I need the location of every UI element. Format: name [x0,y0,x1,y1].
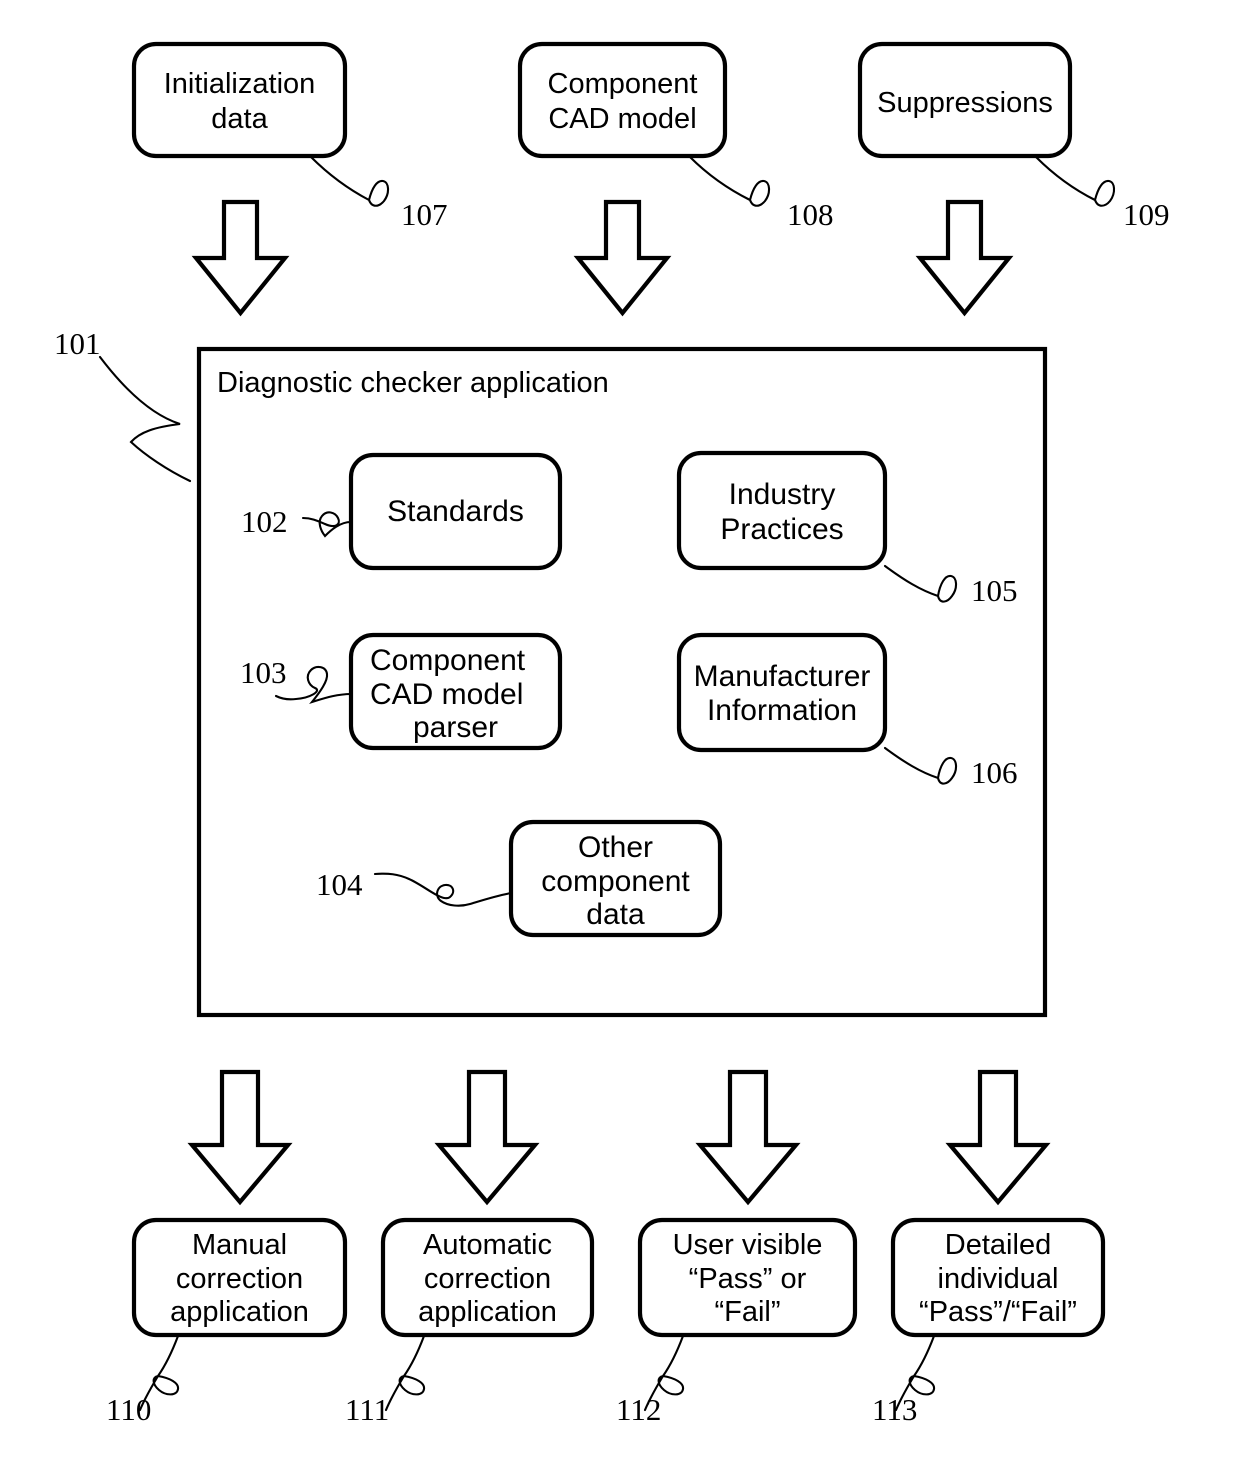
diagram-canvas: Initialization data 107 Component CAD mo… [54,41,1170,1427]
module-box-label-line2: Information [707,694,857,727]
reference-number-111: 111 [345,1392,389,1427]
module-box-label-line1: Component [370,644,526,677]
arrow-down-to-output-4 [945,1069,1051,1206]
reference-number-102: 102 [241,504,288,539]
reference-number-108: 108 [787,197,834,232]
reference-number-105: 105 [971,573,1018,608]
output-box-user-visible-result: User visible “Pass” or “Fail” [637,1217,858,1338]
output-box-label-line2: “Pass” or [689,1263,807,1295]
output-box-label-line2: correction [424,1263,551,1295]
reference-number-103: 103 [240,655,287,690]
container-title: Diagnostic checker application [217,367,609,399]
output-box-detailed-individual-result: Detailed individual “Pass”/“Fail” [890,1217,1106,1338]
output-box-manual-correction: Manual correction application [131,1217,348,1338]
input-box-component-cad-model: Component CAD model [517,41,728,159]
arrow-down-to-application-2 [573,199,672,317]
leader-line-107 [309,155,390,207]
output-box-label-line1: Automatic [423,1229,552,1261]
output-box-label-line2: individual [938,1263,1059,1295]
arrow-down-to-application-1 [191,199,290,317]
output-box-label-line1: Manual [192,1229,287,1261]
module-box-label-line1: Industry [729,478,836,511]
input-box-suppressions: Suppressions [857,41,1073,159]
module-box-label-line2: CAD model [370,678,523,711]
leader-line-109 [1034,155,1116,207]
arrow-down-to-output-1 [187,1069,293,1206]
input-box-label-line1: Initialization [164,68,316,100]
reference-number-113: 113 [872,1392,917,1427]
module-box-industry-practices: Industry Practices [676,450,888,571]
output-box-automatic-correction: Automatic correction application [380,1217,595,1338]
leader-line-101 [98,355,192,483]
input-box-label-line1: Component [548,68,698,100]
module-box-standards: Standards [348,452,563,571]
module-box-label-line2: Practices [720,513,843,546]
reference-number-107: 107 [401,197,448,232]
arrow-down-to-output-2 [434,1069,540,1206]
module-box-label-line1: Standards [387,495,524,528]
reference-number-106: 106 [971,755,1018,790]
input-box-label-line2: data [211,103,268,135]
leader-line-108 [688,155,771,207]
module-box-label-line1: Other [578,831,653,864]
output-box-label-line3: “Fail” [714,1296,780,1328]
input-box-initialization-data: Initialization data [131,41,348,159]
module-box-label-line3: data [586,898,645,931]
module-box-label-line3: parser [413,711,498,744]
reference-number-101: 101 [54,326,101,361]
patent-figure: Initialization data 107 Component CAD mo… [0,0,1240,1477]
input-box-label-line1: Suppressions [877,87,1053,119]
output-box-label-line1: Detailed [945,1229,1051,1261]
reference-number-112: 112 [616,1392,661,1427]
output-box-label-line3: “Pass”/“Fail” [919,1296,1077,1328]
leader-line-111 [384,1334,426,1412]
reference-number-104: 104 [316,867,363,902]
input-box-label-line2: CAD model [548,103,696,135]
output-box-label-line2: correction [176,1263,303,1295]
reference-number-110: 110 [106,1392,151,1427]
module-box-manufacturer-information: Manufacturer Information [676,632,888,753]
output-box-label-line3: application [418,1296,557,1328]
module-box-other-component-data: Other component data [508,819,723,938]
module-box-cad-model-parser: Component CAD model parser [348,632,563,751]
input-box-shape [131,41,348,159]
output-box-label-line1: User visible [673,1229,823,1261]
module-box-label-line1: Manufacturer [694,660,871,693]
input-box-shape [517,41,728,159]
reference-number-109: 109 [1123,197,1170,232]
output-box-label-line3: application [170,1296,309,1328]
arrow-down-to-output-3 [695,1069,801,1206]
module-box-label-line2: component [541,865,690,898]
arrow-down-to-application-3 [915,199,1014,317]
